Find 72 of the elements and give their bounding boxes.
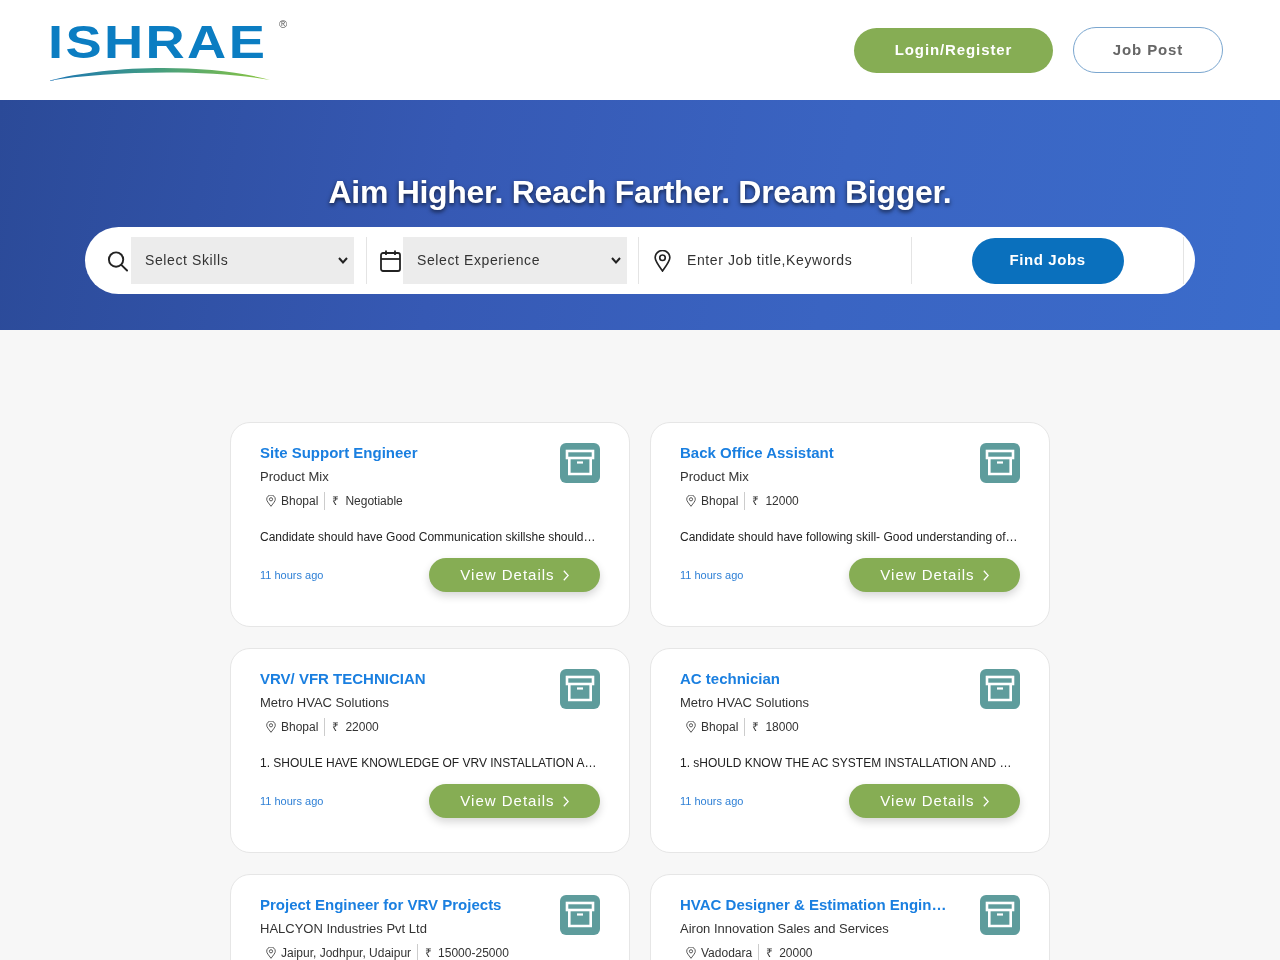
currency-symbol: ₹ [425, 945, 433, 960]
archive-box-icon [560, 443, 600, 483]
location-pin-icon [266, 721, 276, 733]
company-name: Product Mix [260, 468, 330, 486]
posted-time: 11 hours ago [260, 567, 324, 583]
posted-time: 11 hours ago [680, 793, 744, 809]
archive-box-icon [980, 895, 1020, 935]
job-location: Bhopal [281, 719, 319, 736]
salary-text: 18000 [765, 719, 799, 736]
currency-symbol: ₹ [332, 719, 340, 736]
view-details-button[interactable]: View Details [849, 784, 1020, 818]
currency-symbol: ₹ [332, 493, 340, 510]
currency-symbol: ₹ [752, 719, 760, 736]
currency-symbol: ₹ [752, 493, 760, 510]
salary-text: 20000 [779, 945, 813, 960]
chevron-right-icon [562, 795, 569, 807]
salary-text: 12000 [765, 493, 799, 510]
job-title-link[interactable]: Project Engineer for VRV Projects [260, 895, 509, 915]
archive-box-icon [560, 895, 600, 935]
salary-text: 22000 [345, 719, 379, 736]
currency-symbol: ₹ [766, 945, 774, 960]
location-pin-icon [652, 249, 673, 272]
job-description: 1. sHOULD KNOW THE AC SYSTEM INSTALLATION AND … [680, 755, 1013, 772]
company-name: Metro HVAC Solutions [680, 694, 810, 712]
location-pin-icon [686, 721, 696, 733]
find-jobs-button[interactable]: Find Jobs [971, 237, 1124, 284]
view-details-button[interactable]: View Details [849, 558, 1020, 592]
job-location: Vadodara [701, 945, 753, 960]
chevron-right-icon [982, 795, 989, 807]
view-details-button[interactable]: View Details [429, 784, 600, 818]
skills-dropdown[interactable]: Select Skills [131, 237, 354, 284]
job-location: Bhopal [281, 493, 319, 510]
job-location: Jaipur, Jodhpur, Udaipur [281, 945, 412, 960]
chevron-right-icon [982, 569, 989, 581]
chevron-right-icon [562, 569, 569, 581]
posted-time: 11 hours ago [260, 793, 324, 809]
location-pin-icon [686, 947, 696, 959]
job-description: 1. SHOULE HAVE KNOWLEDGE OF VRV INSTALLATION A… [260, 755, 598, 772]
login-register-button[interactable]: Login/Register [854, 27, 1053, 73]
job-description: Candidate should have following skill- Good understanding of… [680, 529, 1019, 546]
keyword-input[interactable]: Enter Job title,Keywords [685, 249, 901, 272]
location-pin-icon [266, 947, 276, 959]
company-name: Metro HVAC Solutions [260, 694, 391, 712]
calendar-icon [380, 249, 401, 272]
logo-wordmark: ISHRAE [48, 19, 268, 65]
chevron-down-icon [338, 257, 348, 264]
job-title-link[interactable]: Back Office Assistant [680, 443, 834, 463]
posted-time: 11 hours ago [680, 567, 744, 583]
experience-dropdown[interactable]: Select Experience [403, 237, 627, 284]
job-description: Candidate should have Good Communication skillshe should… [260, 529, 597, 546]
company-name: Airon Innovation Sales and Services [680, 920, 890, 938]
job-post-button[interactable]: Job Post [1073, 27, 1223, 73]
location-pin-icon [686, 495, 696, 507]
hero-headline: Aim Higher. Reach Farther. Dream Bigger. [327, 173, 953, 212]
archive-box-icon [980, 669, 1020, 709]
search-icon [107, 249, 128, 272]
job-title-link[interactable]: VRV/ VFR TECHNICIAN [260, 669, 426, 689]
chevron-down-icon [611, 257, 621, 264]
archive-box-icon [980, 443, 1020, 483]
view-details-button[interactable]: View Details [429, 558, 600, 592]
company-name: HALCYON Industries Pvt Ltd [260, 920, 428, 938]
salary-text: Negotiable [345, 493, 403, 510]
job-title-link[interactable]: HVAC Designer & Estimation Engin… [680, 895, 947, 915]
job-location: Bhopal [701, 493, 739, 510]
job-title-link[interactable]: AC technician [680, 669, 810, 689]
salary-text: 15000-25000 [438, 945, 509, 960]
job-location: Bhopal [701, 719, 739, 736]
job-title-link[interactable]: Site Support Engineer [260, 443, 418, 463]
location-pin-icon [266, 495, 276, 507]
registered-mark: ® [279, 19, 288, 30]
company-name: Product Mix [680, 468, 750, 486]
archive-box-icon [560, 669, 600, 709]
